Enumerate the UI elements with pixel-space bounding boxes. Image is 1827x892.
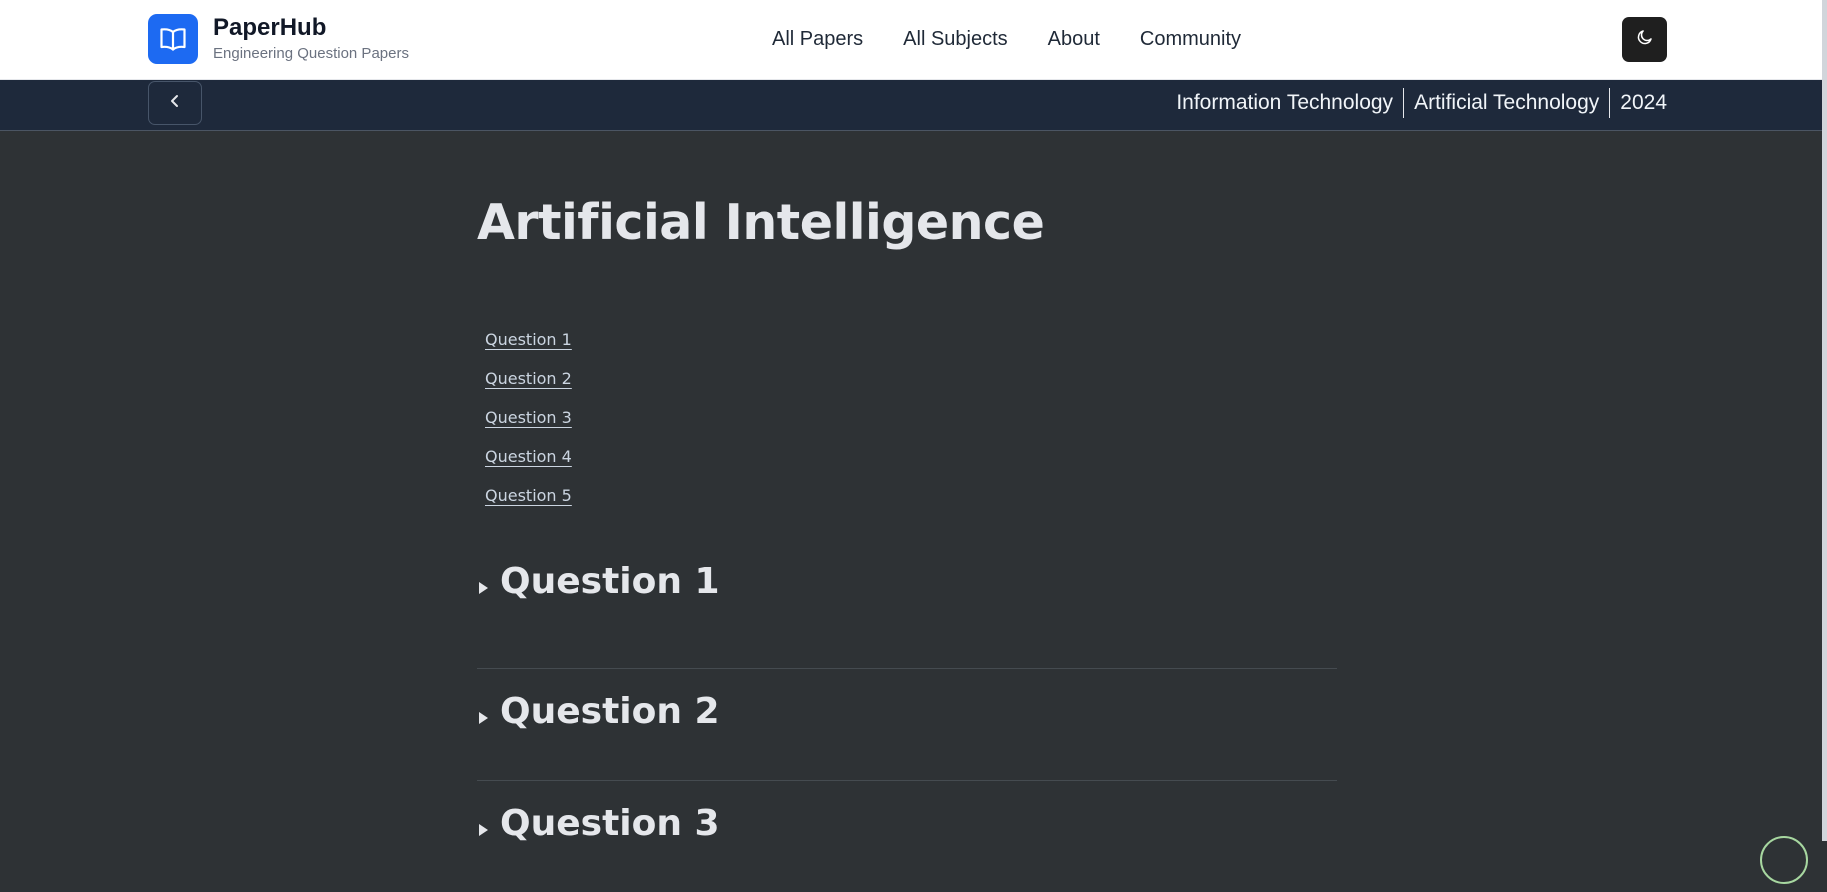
nav-all-subjects[interactable]: All Subjects: [903, 24, 1008, 54]
question-section: Question 2: [477, 668, 1337, 780]
list-item: Question 4: [485, 446, 572, 485]
breadcrumb: Information Technology Artificial Techno…: [1166, 88, 1667, 118]
toc-link-question-4[interactable]: Question 4: [485, 447, 572, 466]
brand-text: PaperHub Engineering Question Papers: [213, 14, 409, 64]
brand-title: PaperHub: [213, 14, 327, 41]
disclosure-triangle-icon: [479, 712, 488, 724]
disclosure-triangle-icon: [479, 582, 488, 594]
list-item: Question 5: [485, 485, 572, 524]
question-2-toggle[interactable]: Question 2: [477, 686, 720, 738]
question-index: Question 1 Question 2 Question 3 Questio…: [485, 329, 572, 524]
chat-bubble-button[interactable]: [1760, 836, 1808, 884]
disclosure-triangle-icon: [479, 824, 488, 836]
question-title: Question 2: [500, 691, 720, 732]
main-nav: All Papers All Subjects About Community: [772, 24, 1241, 54]
nav-about[interactable]: About: [1048, 24, 1100, 54]
nav-community[interactable]: Community: [1140, 24, 1241, 54]
moon-icon: [1636, 28, 1654, 51]
top-header: PaperHub Engineering Question Papers All…: [0, 0, 1827, 80]
theme-toggle-button[interactable]: [1622, 17, 1667, 62]
question-title: Question 1: [500, 561, 720, 602]
list-item: Question 1: [485, 329, 572, 368]
question-list: Question 1 Question 2 Question 3: [477, 556, 1337, 892]
breadcrumb-subject[interactable]: Artificial Technology: [1404, 88, 1609, 118]
toc-link-question-2[interactable]: Question 2: [485, 369, 572, 388]
question-section: Question 1: [477, 556, 1337, 668]
brand[interactable]: PaperHub Engineering Question Papers: [148, 14, 409, 64]
question-section: Question 3: [477, 780, 1337, 892]
open-book-icon: [148, 14, 198, 64]
breadcrumb-branch[interactable]: Information Technology: [1166, 88, 1403, 118]
breadcrumb-bar: Information Technology Artificial Techno…: [0, 80, 1827, 131]
question-1-toggle[interactable]: Question 1: [477, 556, 720, 608]
toc-link-question-3[interactable]: Question 3: [485, 408, 572, 427]
breadcrumb-year[interactable]: 2024: [1610, 88, 1667, 118]
chevron-left-icon: [169, 94, 181, 113]
list-item: Question 2: [485, 368, 572, 407]
toc-link-question-5[interactable]: Question 5: [485, 486, 572, 505]
brand-subtitle: Engineering Question Papers: [213, 45, 409, 62]
question-3-toggle[interactable]: Question 3: [477, 798, 720, 850]
toc-link-question-1[interactable]: Question 1: [485, 330, 572, 349]
question-title: Question 3: [500, 803, 720, 844]
list-item: Question 3: [485, 407, 572, 446]
page-title: Artificial Intelligence: [477, 194, 1045, 251]
nav-all-papers[interactable]: All Papers: [772, 24, 863, 54]
back-button[interactable]: [148, 81, 202, 125]
page-scrollbar[interactable]: [1822, 0, 1827, 841]
